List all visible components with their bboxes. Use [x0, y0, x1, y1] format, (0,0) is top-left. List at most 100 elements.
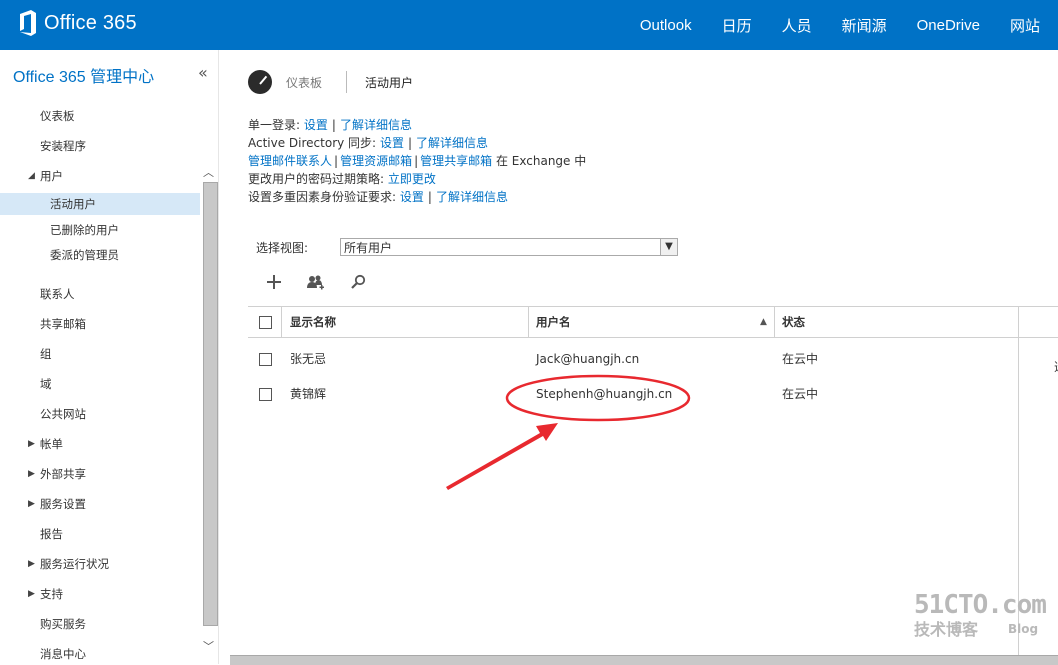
expand-arrow-icon[interactable]: ▶: [28, 493, 35, 515]
watermark-blog: Blog: [1008, 622, 1039, 636]
table-row[interactable]: 黄锦辉 Stephenh@huangjh.cn 在云中: [248, 377, 1058, 411]
scroll-up-icon[interactable]: ︿: [203, 164, 214, 180]
sidebar-item-label: 帐单: [40, 437, 63, 451]
breadcrumb-divider: [346, 71, 348, 93]
collapse-arrow-icon[interactable]: ◢: [28, 165, 35, 187]
table-header: 显示名称 用户名 ▲ 状态: [248, 306, 1058, 338]
nav-onedrive[interactable]: OneDrive: [917, 17, 980, 34]
sidebar-item-label: 购买服务: [40, 617, 86, 631]
column-status[interactable]: 状态: [782, 307, 805, 337]
sidebar-item[interactable]: 委派的管理员: [0, 244, 200, 266]
sso-setup-link[interactable]: 设置: [304, 118, 328, 132]
scroll-down-icon[interactable]: ﹀: [203, 638, 214, 654]
info-links: 单一登录: 设置 | 了解详细信息 Active Directory 同步: 设置 |…: [248, 116, 586, 206]
sso-label: 单一登录:: [248, 118, 301, 132]
row-username: Jack@huangjh.cn: [536, 352, 640, 366]
row-display-name[interactable]: 黄锦辉: [290, 377, 326, 411]
breadcrumb: 仪表板 活动用户: [248, 70, 413, 94]
sidebar-item[interactable]: ◢ 用户: [0, 165, 200, 187]
main-content: 仪表板 活动用户 单一登录: 设置 | 了解详细信息 Active Director…: [218, 50, 1058, 664]
expand-arrow-icon[interactable]: ▶: [28, 463, 35, 485]
sidebar-item-label: 报告: [40, 527, 63, 541]
sidebar-item[interactable]: 安装程序: [0, 135, 200, 157]
exchange-suffix: 在 Exchange 中: [495, 154, 587, 168]
table-row[interactable]: 张无忌 Jack@huangjh.cn 在云中 选: [248, 342, 1058, 376]
nav-sites[interactable]: 网站: [1010, 15, 1040, 36]
manage-resource-mailboxes-link[interactable]: 管理资源邮箱: [340, 154, 412, 168]
row-checkbox[interactable]: [259, 388, 272, 401]
select-all-checkbox[interactable]: [259, 316, 272, 329]
ad-sync-setup-link[interactable]: 设置: [380, 136, 404, 150]
row-display-name[interactable]: 张无忌: [290, 342, 326, 376]
mfa-label: 设置多重因素身份验证要求:: [248, 190, 397, 204]
sidebar-item-label: 外部共享: [40, 467, 86, 481]
sidebar-item[interactable]: 域: [0, 373, 200, 395]
sidebar-item[interactable]: 消息中心: [0, 643, 200, 665]
expand-arrow-icon[interactable]: ▶: [28, 433, 35, 455]
exchange-line: 管理邮件联系人 | 管理资源邮箱 | 管理共享邮箱 在 Exchange 中: [248, 154, 587, 168]
search-icon[interactable]: [348, 274, 368, 294]
column-display-name[interactable]: 显示名称: [290, 307, 336, 337]
nav-outlook[interactable]: Outlook: [640, 17, 692, 34]
column-username[interactable]: 用户名: [536, 307, 571, 337]
watermark-logo: 51CTO.com 技术博客 Blog: [914, 590, 1047, 640]
sort-ascending-icon[interactable]: ▲: [760, 307, 767, 337]
password-policy-label: 更改用户的密码过期策略:: [248, 172, 385, 186]
sidebar-item[interactable]: 仪表板: [0, 105, 200, 127]
row-username: Stephenh@huangjh.cn: [536, 387, 673, 401]
top-navigation: Outlook 日历 人员 新闻源 OneDrive 网站: [610, 0, 1040, 50]
row-status: 在云中: [782, 352, 819, 366]
change-now-link[interactable]: 立即更改: [388, 172, 436, 186]
mfa-setup-link[interactable]: 设置: [400, 190, 424, 204]
nav-people[interactable]: 人员: [782, 15, 812, 36]
sso-line: 单一登录: 设置 | 了解详细信息: [248, 118, 412, 132]
manage-shared-mailboxes-link[interactable]: 管理共享邮箱: [420, 154, 492, 168]
sidebar-item[interactable]: ▶ 外部共享: [0, 463, 200, 485]
ad-sync-label: Active Directory 同步:: [248, 136, 377, 150]
sidebar-item[interactable]: 报告: [0, 523, 200, 545]
sidebar-item[interactable]: 购买服务: [0, 613, 200, 635]
view-label: 选择视图:: [256, 240, 309, 255]
sidebar-item[interactable]: 公共网站: [0, 403, 200, 425]
add-user-plus-icon[interactable]: [264, 274, 284, 294]
nav-calendar[interactable]: 日历: [722, 15, 752, 36]
page-title: 活动用户: [365, 75, 414, 90]
expand-arrow-icon[interactable]: ▶: [28, 583, 35, 605]
expand-arrow-icon[interactable]: ▶: [28, 553, 35, 575]
mfa-line: 设置多重因素身份验证要求: 设置 | 了解详细信息: [248, 190, 508, 204]
chevron-down-icon[interactable]: ▼: [660, 239, 677, 255]
scrollbar-thumb[interactable]: [203, 182, 218, 626]
sidebar-item[interactable]: ▶ 服务设置: [0, 493, 200, 515]
manage-mail-contacts-link[interactable]: 管理邮件联系人: [248, 154, 332, 168]
admin-center-title[interactable]: Office 365 管理中心: [13, 63, 154, 87]
view-selector: 选择视图: 所有用户 ▼: [256, 238, 678, 256]
top-bar: Office 365 Outlook 日历 人员 新闻源 OneDrive 网站: [0, 0, 1058, 50]
view-selected-value: 所有用户: [344, 241, 393, 255]
mfa-learn-link[interactable]: 了解详细信息: [436, 190, 508, 204]
row-status: 在云中: [782, 387, 819, 401]
sidebar-item[interactable]: 已删除的用户: [0, 219, 200, 241]
sidebar-scrollbar[interactable]: ︿ ﹀: [201, 102, 218, 662]
ad-sync-learn-link[interactable]: 了解详细信息: [416, 136, 488, 150]
sidebar-item-label: 用户: [40, 169, 63, 183]
sidebar-item[interactable]: ▶ 支持: [0, 583, 200, 605]
sidebar-item[interactable]: 组: [0, 343, 200, 365]
office365-logo[interactable]: Office 365: [18, 10, 137, 36]
row-checkbox[interactable]: [259, 353, 272, 366]
dashboard-gauge-icon: [248, 70, 272, 94]
view-select[interactable]: 所有用户 ▼: [340, 238, 678, 256]
sso-learn-link[interactable]: 了解详细信息: [340, 118, 412, 132]
sidebar-item[interactable]: ▶ 服务运行状况: [0, 553, 200, 575]
bulk-add-users-icon[interactable]: [306, 274, 326, 294]
sidebar-item-label: 域: [40, 377, 52, 391]
sidebar-item[interactable]: 共享邮箱: [0, 313, 200, 335]
sidebar-item[interactable]: ▶ 帐单: [0, 433, 200, 455]
sidebar-item-label: 委派的管理员: [50, 248, 119, 262]
collapse-sidebar-icon[interactable]: «: [198, 63, 208, 82]
sidebar-item[interactable]: 联系人: [0, 283, 200, 305]
sidebar-item-label: 消息中心: [40, 647, 86, 661]
nav-newsfeed[interactable]: 新闻源: [842, 15, 887, 36]
breadcrumb-dashboard[interactable]: 仪表板: [286, 74, 322, 91]
sidebar-item-label: 仪表板: [40, 109, 75, 123]
sidebar-item[interactable]: 活动用户: [0, 193, 200, 215]
